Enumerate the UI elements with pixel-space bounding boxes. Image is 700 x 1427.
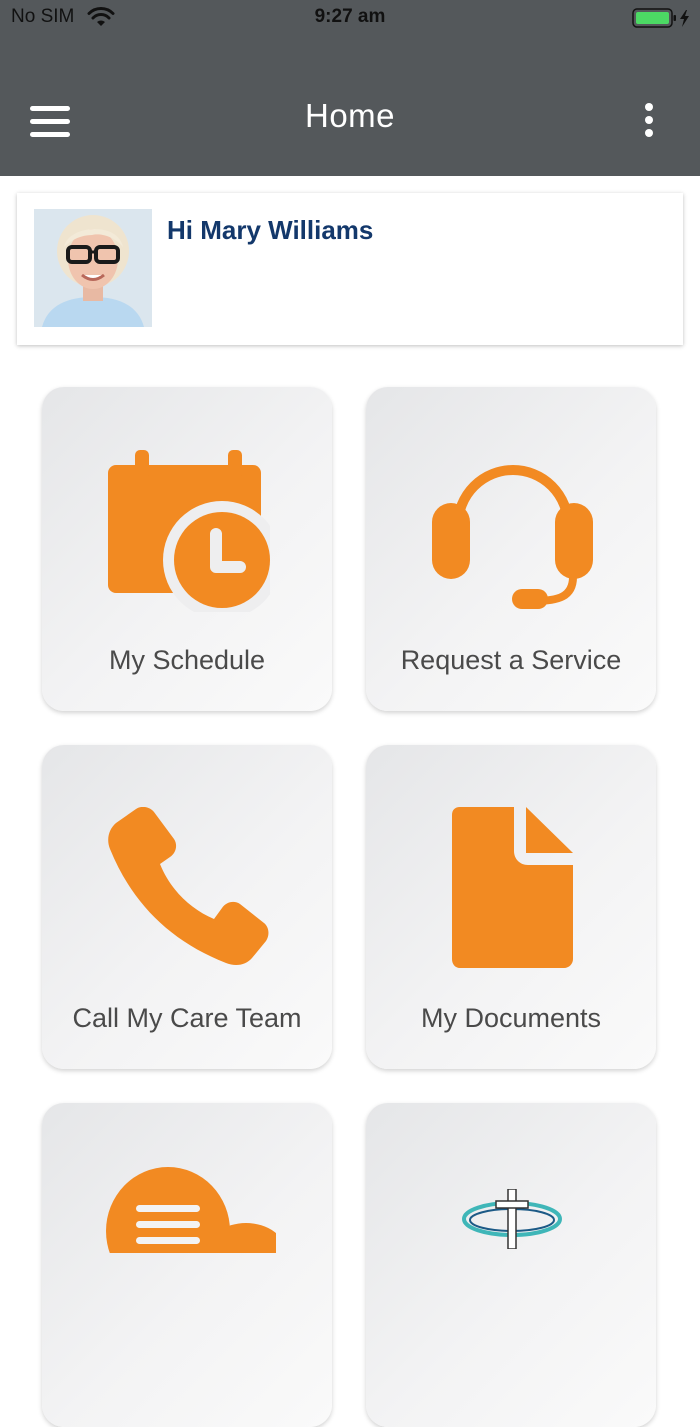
greeting-text: Hi Mary Williams <box>167 215 374 245</box>
tile-call-my-care-team[interactable]: Call My Care Team <box>42 745 332 1069</box>
tile-label: Request a Service <box>400 645 622 675</box>
app-header: No SIM 9:27 am Home <box>0 0 700 176</box>
more-options-icon[interactable] <box>636 100 662 140</box>
avatar <box>34 209 152 327</box>
status-time: 9:27 am <box>314 6 386 27</box>
status-bar: No SIM 9:27 am <box>0 0 700 36</box>
tile-label: My Documents <box>420 1003 602 1033</box>
tile-organization[interactable] <box>366 1103 656 1427</box>
page-title: Home <box>304 97 396 134</box>
tile-messages[interactable] <box>42 1103 332 1427</box>
headset-icon <box>432 465 593 609</box>
tile-label: Call My Care Team <box>72 1003 302 1033</box>
tile-label: My Schedule <box>108 645 266 675</box>
calendar-clock-icon <box>108 450 270 612</box>
tile-my-schedule[interactable]: My Schedule <box>42 387 332 711</box>
document-icon <box>452 807 573 968</box>
profile-card[interactable]: Hi Mary Williams <box>17 193 683 345</box>
cross-logo-icon <box>462 1189 562 1249</box>
chat-bubble-icon <box>106 1167 276 1253</box>
phone-icon <box>108 807 269 966</box>
battery-icon <box>632 8 689 28</box>
tile-request-a-service[interactable]: Request a Service <box>366 387 656 711</box>
tile-my-documents[interactable]: My Documents <box>366 745 656 1069</box>
